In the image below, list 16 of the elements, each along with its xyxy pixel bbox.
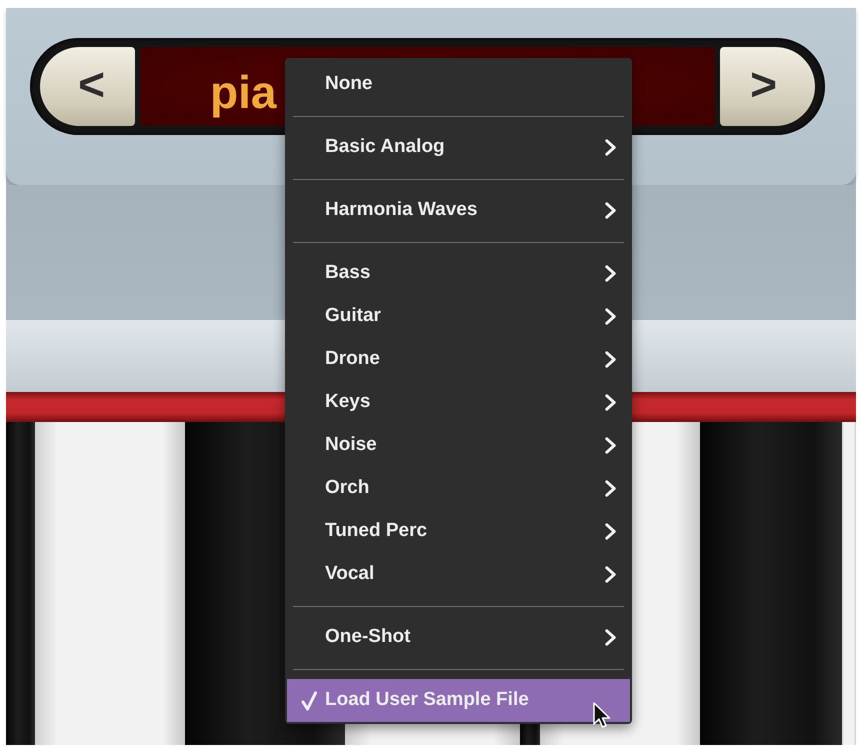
cursor-icon (593, 702, 612, 729)
menu-item[interactable]: Bass (287, 252, 630, 295)
menu-item[interactable]: Keys (287, 381, 630, 424)
menu-item[interactable]: Drone (287, 338, 630, 381)
menu-item[interactable]: Harmonia Waves (287, 189, 630, 232)
menu-item[interactable]: Guitar (287, 295, 630, 338)
menu-item[interactable]: Tuned Perc (287, 510, 630, 553)
previous-preset-button[interactable]: < (40, 47, 135, 126)
menu-item[interactable]: Basic Analog (287, 126, 630, 169)
menu-item[interactable]: Orch (287, 467, 630, 510)
next-preset-button[interactable]: > (720, 47, 815, 126)
menu-item[interactable]: Noise (287, 424, 630, 467)
menu-item[interactable]: None (287, 63, 630, 106)
menu-item[interactable]: Load User Sample File (287, 679, 630, 722)
menu-item[interactable]: Vocal (287, 553, 630, 596)
menu-item[interactable]: One-Shot (287, 616, 630, 659)
